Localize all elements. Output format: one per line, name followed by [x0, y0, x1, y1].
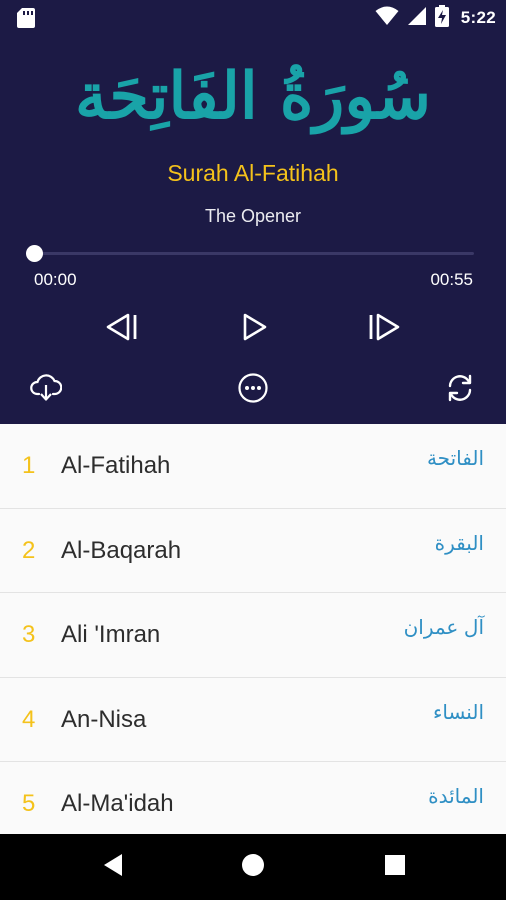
surah-arabic-name: المائدة: [428, 786, 484, 808]
more-options-button[interactable]: [235, 370, 271, 406]
surah-row[interactable]: 2 Al-Baqarah البقرة: [0, 509, 506, 593]
surah-number: 5: [22, 790, 36, 817]
signal-icon: [407, 6, 427, 31]
surah-name: Al-Fatihah: [61, 452, 171, 479]
home-icon: [240, 852, 266, 883]
more-icon: [237, 372, 269, 404]
wifi-icon: [375, 6, 399, 31]
repeat-icon: [444, 372, 476, 404]
seek-bar-thumb[interactable]: [26, 245, 43, 262]
seek-bar[interactable]: [26, 245, 474, 262]
next-icon: [366, 311, 402, 343]
play-button[interactable]: [236, 308, 272, 346]
download-icon: [30, 373, 62, 403]
surah-number: 4: [22, 705, 36, 733]
surah-arabic-name: النساء: [432, 701, 484, 724]
surah-row[interactable]: 3 Ali 'Imran آل عمران: [0, 593, 506, 678]
player-panel: 5:22 سُورَةُ الفَاتِحَة Surah Al-Fatihah…: [0, 0, 506, 424]
surah-name: An-Nisa: [61, 705, 147, 733]
surah-name: Al-Baqarah: [61, 536, 182, 564]
surah-arabic-name: البقرة: [434, 532, 484, 555]
play-icon: [240, 311, 268, 343]
repeat-button[interactable]: [442, 370, 478, 406]
surah-name: Al-Ma'idah: [61, 790, 174, 817]
sd-card-icon: [16, 7, 36, 29]
elapsed-time: 00:00: [34, 270, 77, 289]
nav-home-button[interactable]: [238, 852, 268, 882]
back-icon: [102, 853, 124, 882]
surah-row[interactable]: 4 An-Nisa النساء: [0, 678, 506, 762]
nav-back-button[interactable]: [98, 852, 128, 882]
surah-number: 1: [22, 452, 36, 479]
surah-arabic-name: الفاتحة: [426, 448, 484, 470]
surah-list: 1 Al-Fatihah الفاتحة 2 Al-Baqarah البقرة…: [0, 424, 506, 834]
surah-meaning: The Opener: [204, 206, 302, 226]
download-button[interactable]: [28, 370, 64, 406]
surah-row[interactable]: 1 Al-Fatihah الفاتحة: [0, 424, 506, 509]
recents-icon: [384, 854, 406, 881]
surah-calligraphy: سُورَةُ الفَاتِحَة: [0, 42, 506, 152]
system-navigation-bar: [0, 834, 506, 900]
battery-charging-icon: [434, 4, 449, 32]
status-time: 5:22: [460, 8, 496, 27]
surah-title: Surah Al-Fatihah: [167, 160, 339, 186]
status-bar: 5:22: [0, 0, 506, 36]
surah-arabic-name: آل عمران: [403, 617, 484, 639]
nav-recents-button[interactable]: [380, 852, 410, 882]
total-duration: 00:55: [430, 270, 473, 289]
surah-number: 3: [22, 621, 36, 648]
calligraphy-text: سُورَةُ الفَاتِحَة: [75, 59, 431, 134]
surah-number: 2: [22, 536, 36, 564]
previous-button[interactable]: [102, 308, 142, 346]
next-button[interactable]: [364, 308, 404, 346]
previous-icon: [104, 311, 140, 343]
surah-name: Ali 'Imran: [61, 621, 161, 648]
surah-row[interactable]: 5 Al-Ma'idah المائدة: [0, 762, 506, 834]
